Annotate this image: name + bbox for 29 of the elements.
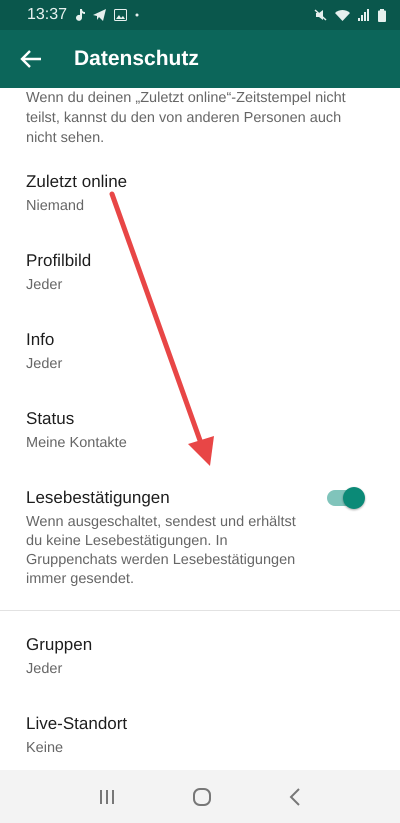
setting-title: Profilbild bbox=[26, 250, 92, 272]
signal-icon bbox=[358, 9, 370, 21]
recent-apps-button[interactable] bbox=[98, 788, 115, 804]
mute-icon bbox=[314, 9, 327, 21]
paper-plane-icon bbox=[93, 9, 106, 21]
setting-value: Niemand bbox=[26, 197, 86, 216]
setting-value: Jeder bbox=[26, 355, 64, 374]
setting-value: Keine bbox=[26, 739, 64, 758]
clock-time: 13:37 bbox=[27, 6, 68, 24]
setting-title: Status bbox=[26, 408, 76, 430]
dot-icon bbox=[135, 13, 140, 17]
wifi-icon bbox=[335, 9, 350, 21]
setting-title: Live-Standort bbox=[26, 713, 128, 735]
setting-title: Info bbox=[26, 329, 56, 351]
setting-title: Zuletzt online bbox=[26, 171, 128, 193]
battery-icon bbox=[378, 8, 386, 22]
setting-value: Jeder bbox=[26, 276, 64, 295]
screen-title: Datenschutz bbox=[74, 47, 199, 71]
setting-value: Jeder bbox=[26, 660, 64, 679]
intro-text: Wenn du deinen „Zuletzt online“-Zeitstempel nicht teilst, kannst du den von anderen Personen auch nicht sehen. bbox=[25, 89, 347, 148]
setting-description: Wenn ausgeschaltet, sendest und erhältst du keine Lesebestätigungen. In Gruppenchats werden Lesebestätigungen immer gesendet. bbox=[26, 513, 297, 589]
back-button[interactable] bbox=[289, 788, 302, 806]
image-icon bbox=[114, 9, 128, 21]
music-note-icon bbox=[75, 9, 86, 21]
home-button[interactable] bbox=[192, 786, 212, 806]
setting-value: Meine Kontakte bbox=[26, 434, 128, 453]
setting-title: Gruppen bbox=[26, 634, 94, 656]
setting-title: Lesebestätigungen bbox=[26, 487, 171, 509]
toggle-switch[interactable] bbox=[327, 490, 363, 506]
